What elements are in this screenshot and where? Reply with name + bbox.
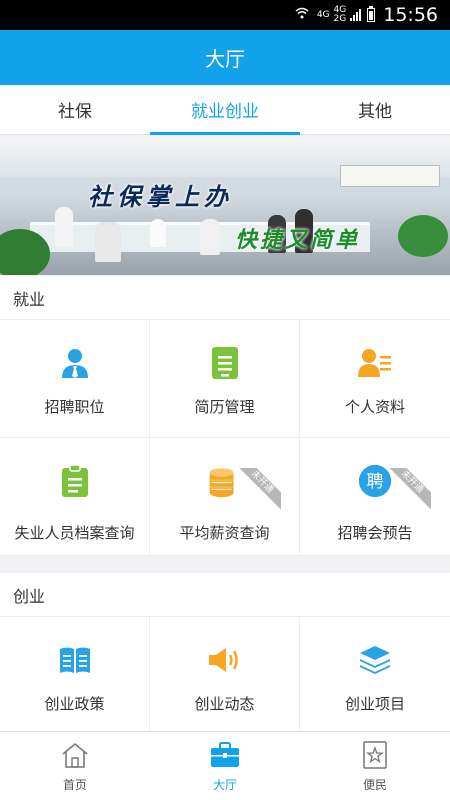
tab-label: 就业创业 [191, 102, 259, 122]
grid-item-startup-projects[interactable]: 创业项目 [300, 617, 450, 735]
grid-item-job-fair[interactable]: 聘 未开通 招聘会预告 [300, 438, 450, 556]
section-header-entrepreneurship: 创业 [0, 573, 450, 617]
tab-label: 社保 [58, 102, 92, 122]
bottom-nav: 首页 大厅 便民 [0, 731, 450, 800]
section-header-employment: 就业 [0, 276, 450, 320]
section-title: 创业 [13, 586, 46, 606]
entrepreneurship-grid: 创业政策 创业动态 创业项目 [0, 617, 450, 735]
wifi-icon [295, 7, 309, 23]
speaker-icon [208, 643, 242, 677]
page-title: 大厅 [205, 47, 245, 71]
banner-slogan-2: 快捷又简单 [235, 227, 361, 253]
network-type-bottom: 2G [333, 14, 347, 24]
banner-person [200, 219, 220, 255]
document-icon [208, 346, 242, 380]
clipboard-icon [58, 464, 92, 498]
grid-item-label: 创业动态 [194, 695, 255, 713]
tab-social-security[interactable]: 社保 [0, 85, 150, 134]
nav-hall[interactable]: 大厅 [150, 732, 300, 800]
banner-board [340, 165, 440, 187]
grid-item-personal-info[interactable]: 个人资料 [300, 320, 450, 438]
coins-icon [208, 464, 242, 498]
grid-item-label: 创业项目 [344, 695, 405, 713]
promo-banner[interactable]: 社保掌上办 快捷又简单 [0, 137, 450, 275]
grid-item-label: 个人资料 [344, 398, 405, 416]
grid-item-resume[interactable]: 简历管理 [150, 320, 300, 438]
grid-item-label: 招聘职位 [44, 398, 105, 416]
briefcase-icon [210, 740, 240, 770]
signal-icon [350, 9, 362, 21]
status-bar: 4G 4G 2G 15:56 [0, 0, 450, 30]
grid-item-label: 平均薪资查询 [179, 524, 270, 542]
grid-item-unemployment-records[interactable]: 失业人员档案查询 [0, 438, 150, 556]
app-bar: 大厅 [0, 30, 450, 85]
user-tie-icon [58, 346, 92, 380]
banner-plant [398, 215, 448, 257]
nav-convenience[interactable]: 便民 [300, 732, 450, 800]
nav-label: 便民 [362, 777, 387, 792]
grid-item-label: 失业人员档案查询 [14, 524, 135, 542]
recruit-icon: 聘 [358, 464, 392, 498]
grid-item-job-positions[interactable]: 招聘职位 [0, 320, 150, 438]
nav-label: 首页 [62, 777, 87, 792]
nav-home[interactable]: 首页 [0, 732, 150, 800]
grid-item-startup-news[interactable]: 创业动态 [150, 617, 300, 735]
recruit-icon-text: 聘 [367, 472, 384, 492]
banner-person [95, 222, 121, 262]
network-indicator: 4G [316, 9, 330, 20]
network-type-top: 4G [316, 9, 330, 20]
home-icon [60, 740, 90, 770]
grid-item-average-salary[interactable]: 未开通 平均薪资查询 [150, 438, 300, 556]
tab-employment[interactable]: 就业创业 [150, 85, 300, 135]
tab-bar: 社保 就业创业 其他 [0, 85, 450, 135]
clock: 15:56 [383, 4, 438, 26]
star-icon [360, 740, 390, 770]
id-card-icon [358, 346, 392, 380]
banner-slogan-1: 社保掌上办 [88, 182, 233, 211]
book-icon [58, 643, 92, 677]
battery-icon [367, 6, 376, 22]
tab-other[interactable]: 其他 [300, 85, 450, 134]
grid-item-label: 简历管理 [194, 398, 255, 416]
network-indicator-2: 4G 2G [334, 6, 347, 24]
banner-person [150, 219, 166, 247]
employment-grid: 招聘职位 简历管理 个人资料 失业人员档案查询 未开通 平均薪资查询 聘 未开通… [0, 320, 450, 556]
grid-item-label: 招聘会预告 [337, 524, 413, 542]
section-title: 就业 [13, 289, 46, 309]
layers-icon [358, 643, 392, 677]
grid-item-label: 创业政策 [44, 695, 105, 713]
nav-label: 大厅 [212, 777, 237, 792]
banner-person [55, 207, 73, 247]
tab-label: 其他 [358, 102, 392, 122]
grid-item-startup-policy[interactable]: 创业政策 [0, 617, 150, 735]
